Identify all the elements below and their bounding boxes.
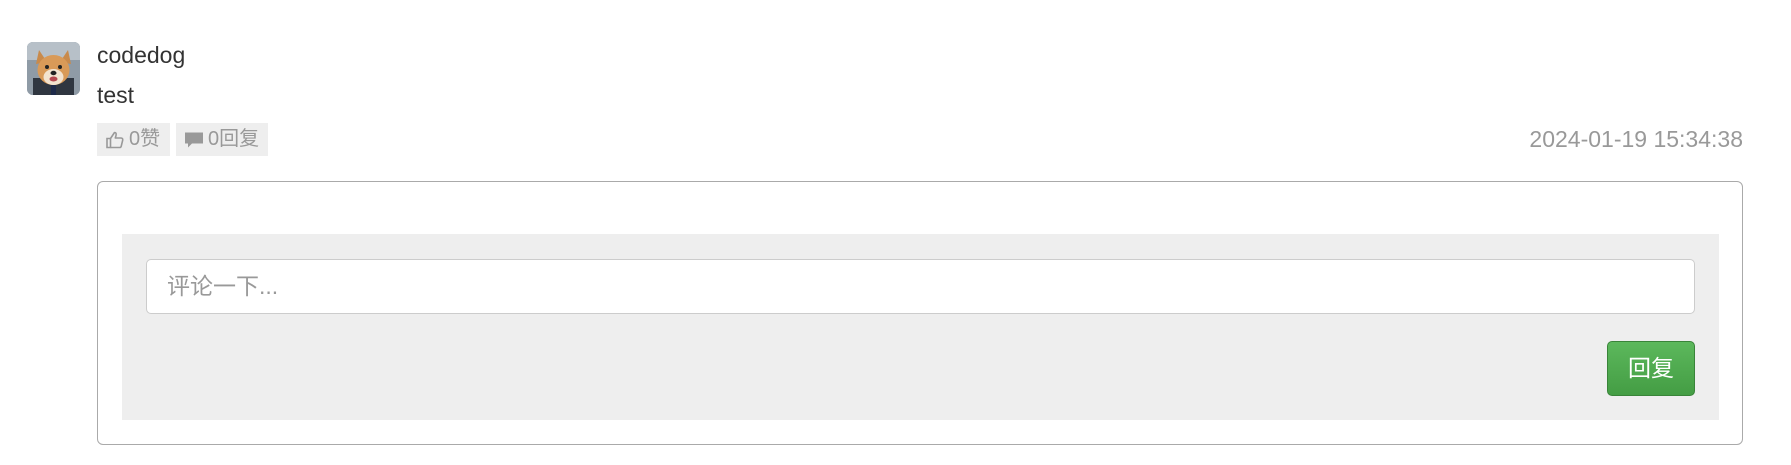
reply-form: 回复 [97, 181, 1743, 445]
reply-panel: 回复 [122, 234, 1719, 420]
reply-input[interactable] [146, 259, 1695, 314]
comment-username[interactable]: codedog [97, 40, 185, 70]
avatar[interactable] [27, 42, 80, 95]
comment-content: test [97, 82, 135, 108]
thumbs-up-icon [104, 129, 126, 151]
reply-submit-button[interactable]: 回复 [1607, 341, 1695, 396]
comment-item: codedog test 0赞 0回复 2024-01-19 15:34:38 … [0, 0, 1791, 465]
reply-count-label: 0回复 [208, 128, 260, 150]
like-button[interactable]: 0赞 [97, 123, 170, 156]
reply-count-button[interactable]: 0回复 [176, 123, 268, 156]
dog-avatar-icon [27, 42, 80, 95]
like-count-label: 0赞 [129, 128, 161, 150]
comment-timestamp: 2024-01-19 15:34:38 [1529, 126, 1743, 152]
speech-bubble-icon [183, 129, 205, 151]
